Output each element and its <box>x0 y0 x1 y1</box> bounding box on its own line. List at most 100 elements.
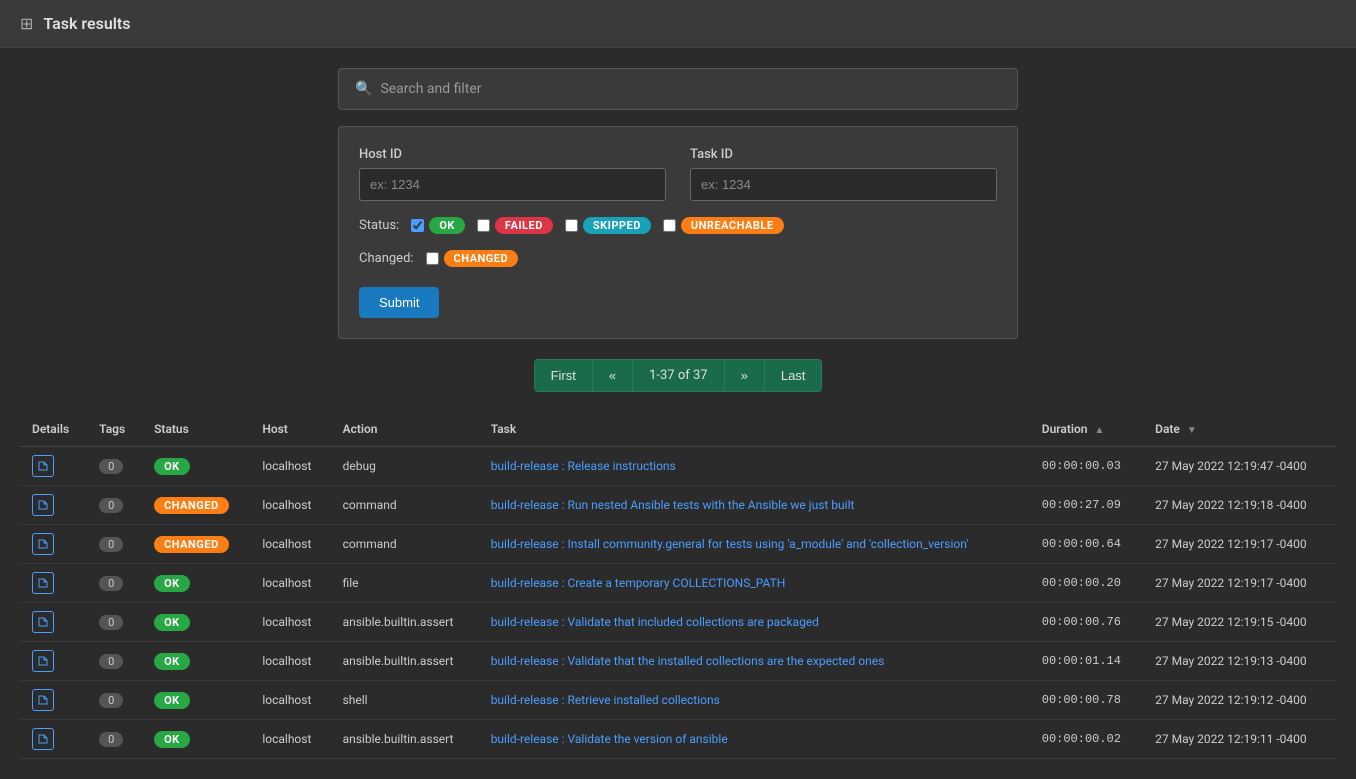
col-duration[interactable]: Duration ▲ <box>1030 412 1143 447</box>
status-filter-row: Status: OK FAILED SKIPPED UNREACHABLE <box>359 217 997 234</box>
cell-task-4: build-release : Validate that included c… <box>479 603 1030 642</box>
cell-task-6: build-release : Retrieve installed colle… <box>479 681 1030 720</box>
changed-filter-label: Changed: <box>359 251 414 266</box>
table-row: 0 CHANGED localhost command build-releas… <box>20 525 1336 564</box>
tag-count-5: 0 <box>99 654 123 669</box>
cell-status-3: OK <box>142 564 250 603</box>
cell-date-5: 27 May 2022 12:19:13 -0400 <box>1143 642 1336 681</box>
detail-link-6[interactable] <box>32 689 54 711</box>
cell-status-7: OK <box>142 720 250 759</box>
detail-link-0[interactable] <box>32 455 54 477</box>
col-date[interactable]: Date ▼ <box>1143 412 1336 447</box>
cell-date-7: 27 May 2022 12:19:11 -0400 <box>1143 720 1336 759</box>
cell-host-2: localhost <box>250 525 330 564</box>
cell-action-4: ansible.builtin.assert <box>331 603 479 642</box>
cell-date-3: 27 May 2022 12:19:17 -0400 <box>1143 564 1336 603</box>
detail-link-5[interactable] <box>32 650 54 672</box>
date-sort-icon: ▼ <box>1187 425 1197 436</box>
task-results-icon: ⊞ <box>20 14 33 33</box>
cell-host-0: localhost <box>250 447 330 486</box>
cell-tags-5: 0 <box>87 642 142 681</box>
cell-task-0: build-release : Release instructions <box>479 447 1030 486</box>
cell-details-1 <box>20 486 87 525</box>
table-row: 0 CHANGED localhost command build-releas… <box>20 486 1336 525</box>
detail-link-1[interactable] <box>32 494 54 516</box>
main-content: 🔍 Search and filter Host ID Task ID Stat… <box>0 48 1356 779</box>
status-ok-checkbox[interactable] <box>411 219 424 232</box>
page-info: 1-37 of 37 <box>633 360 725 391</box>
status-unreachable-badge: UNREACHABLE <box>681 217 784 234</box>
table-body: 0 OK localhost debug build-release : Rel… <box>20 447 1336 759</box>
cell-date-2: 27 May 2022 12:19:17 -0400 <box>1143 525 1336 564</box>
status-skipped-item: SKIPPED <box>565 217 651 234</box>
status-filter-label: Status: <box>359 218 399 233</box>
cell-action-3: file <box>331 564 479 603</box>
cell-details-2 <box>20 525 87 564</box>
cell-details-3 <box>20 564 87 603</box>
next-page-button[interactable]: » <box>725 360 765 391</box>
cell-task-3: build-release : Create a temporary COLLE… <box>479 564 1030 603</box>
host-id-input[interactable] <box>359 168 666 201</box>
tag-count-3: 0 <box>99 576 123 591</box>
cell-action-7: ansible.builtin.assert <box>331 720 479 759</box>
cell-details-7 <box>20 720 87 759</box>
host-id-label: Host ID <box>359 147 666 162</box>
task-link-2[interactable]: build-release : Install community.genera… <box>491 537 969 551</box>
task-id-input[interactable] <box>690 168 997 201</box>
task-link-6[interactable]: build-release : Retrieve installed colle… <box>491 693 720 707</box>
cell-status-1: CHANGED <box>142 486 250 525</box>
first-page-button[interactable]: First <box>535 360 593 391</box>
task-link-7[interactable]: build-release : Validate the version of … <box>491 732 728 746</box>
duration-sort-icon: ▲ <box>1094 425 1104 436</box>
last-page-button[interactable]: Last <box>765 360 822 391</box>
status-ok-item: OK <box>411 217 465 234</box>
cell-duration-2: 00:00:00.64 <box>1030 525 1143 564</box>
detail-link-4[interactable] <box>32 611 54 633</box>
status-failed-checkbox[interactable] <box>477 219 490 232</box>
tag-count-6: 0 <box>99 693 123 708</box>
task-id-label: Task ID <box>690 147 997 162</box>
detail-link-2[interactable] <box>32 533 54 555</box>
cell-task-5: build-release : Validate that the instal… <box>479 642 1030 681</box>
table-row: 0 OK localhost debug build-release : Rel… <box>20 447 1336 486</box>
task-link-0[interactable]: build-release : Release instructions <box>491 459 676 473</box>
task-link-5[interactable]: build-release : Validate that the instal… <box>491 654 885 668</box>
task-link-1[interactable]: build-release : Run nested Ansible tests… <box>491 498 855 512</box>
cell-status-4: OK <box>142 603 250 642</box>
cell-details-4 <box>20 603 87 642</box>
results-table-container: Details Tags Status Host Action Task Dur… <box>20 412 1336 759</box>
task-link-3[interactable]: build-release : Create a temporary COLLE… <box>491 576 786 590</box>
cell-duration-4: 00:00:00.76 <box>1030 603 1143 642</box>
cell-details-6 <box>20 681 87 720</box>
search-bar[interactable]: 🔍 Search and filter <box>338 68 1018 110</box>
cell-status-2: CHANGED <box>142 525 250 564</box>
cell-host-1: localhost <box>250 486 330 525</box>
status-failed-item: FAILED <box>477 217 553 234</box>
cell-duration-7: 00:00:00.02 <box>1030 720 1143 759</box>
detail-link-3[interactable] <box>32 572 54 594</box>
cell-action-2: command <box>331 525 479 564</box>
status-skipped-checkbox[interactable] <box>565 219 578 232</box>
detail-link-7[interactable] <box>32 728 54 750</box>
cell-tags-4: 0 <box>87 603 142 642</box>
cell-tags-3: 0 <box>87 564 142 603</box>
cell-host-7: localhost <box>250 720 330 759</box>
table-row: 0 OK localhost shell build-release : Ret… <box>20 681 1336 720</box>
submit-button[interactable]: Submit <box>359 287 439 318</box>
status-badge-2: CHANGED <box>154 536 229 553</box>
cell-details-0 <box>20 447 87 486</box>
cell-tags-2: 0 <box>87 525 142 564</box>
cell-action-5: ansible.builtin.assert <box>331 642 479 681</box>
tag-count-4: 0 <box>99 615 123 630</box>
cell-host-3: localhost <box>250 564 330 603</box>
cell-task-2: build-release : Install community.genera… <box>479 525 1030 564</box>
cell-details-5 <box>20 642 87 681</box>
prev-page-button[interactable]: « <box>593 360 633 391</box>
table-row: 0 OK localhost file build-release : Crea… <box>20 564 1336 603</box>
cell-tags-7: 0 <box>87 720 142 759</box>
status-unreachable-checkbox[interactable] <box>663 219 676 232</box>
task-link-4[interactable]: build-release : Validate that included c… <box>491 615 819 629</box>
changed-checkbox[interactable] <box>426 252 439 265</box>
host-id-group: Host ID <box>359 147 666 201</box>
cell-date-6: 27 May 2022 12:19:12 -0400 <box>1143 681 1336 720</box>
